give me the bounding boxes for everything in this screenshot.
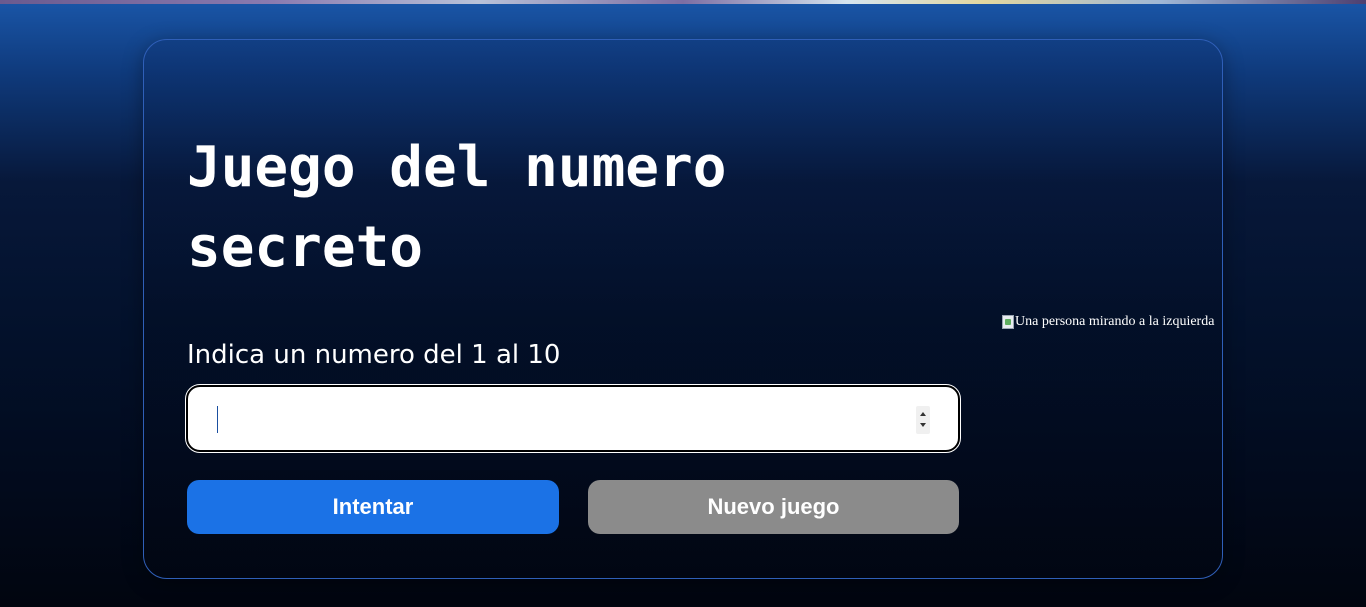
broken-image-icon — [1002, 315, 1014, 329]
page-title: Juego del numero secreto — [187, 135, 727, 280]
prompt-label: Indica un numero del 1 al 10 — [187, 340, 561, 370]
new-game-button[interactable]: Nuevo juego — [588, 480, 959, 534]
person-image: Una persona mirando a la izquierda — [1002, 313, 1214, 331]
try-button[interactable]: Intentar — [187, 480, 559, 534]
spin-down-icon[interactable] — [920, 423, 926, 427]
text-caret — [217, 406, 218, 433]
top-banner-strip — [0, 0, 1366, 4]
image-alt-text: Una persona mirando a la izquierda — [1015, 314, 1215, 329]
number-input[interactable] — [185, 384, 961, 453]
number-spinner[interactable] — [916, 406, 930, 434]
spin-up-icon[interactable] — [920, 412, 926, 416]
